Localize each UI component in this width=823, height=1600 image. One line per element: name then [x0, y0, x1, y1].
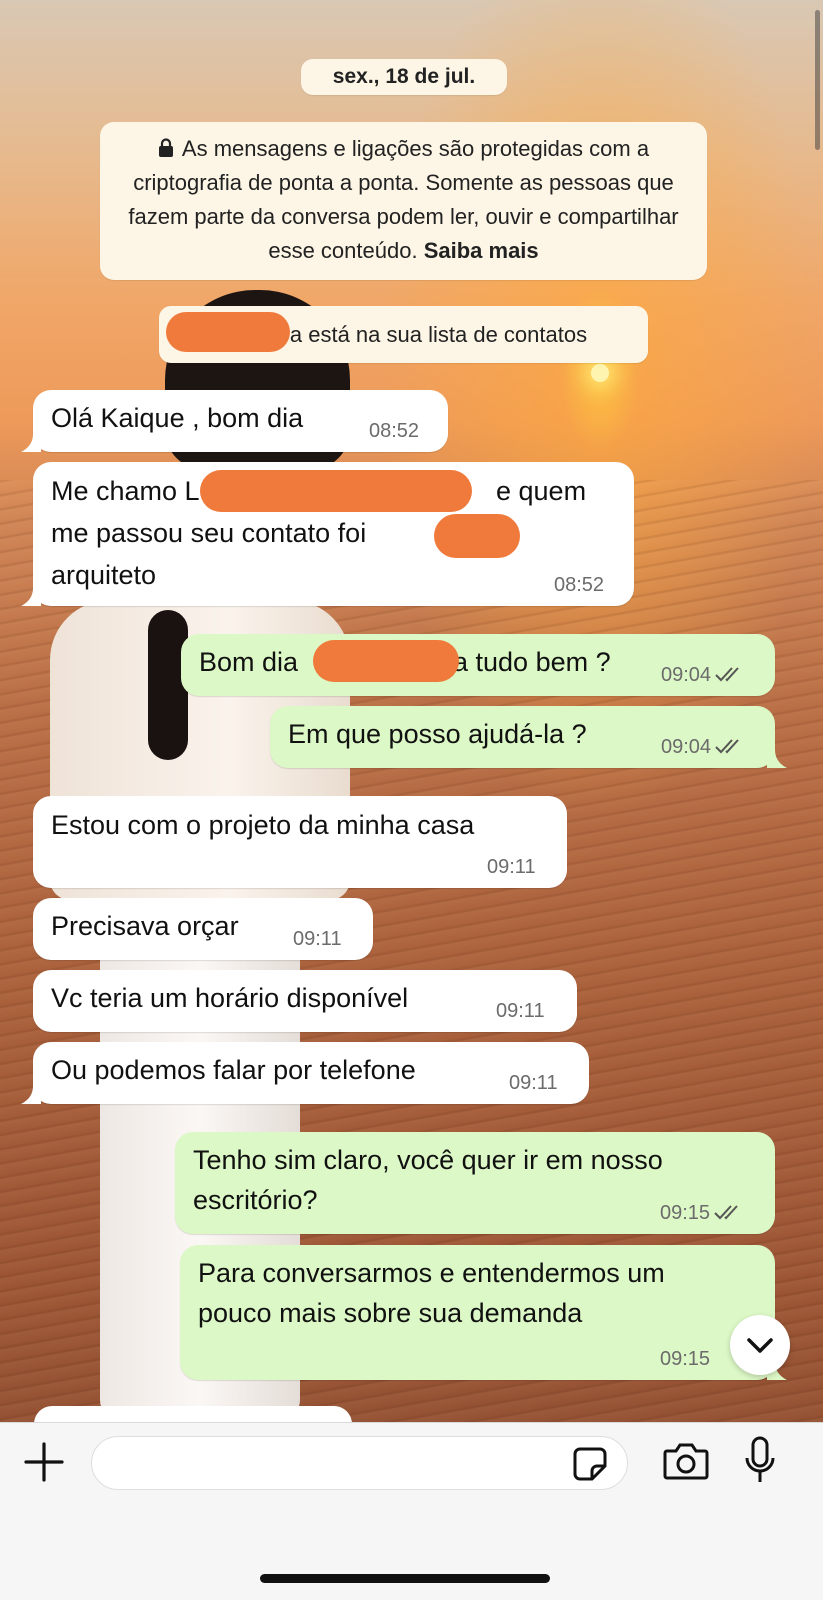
- home-indicator: [260, 1574, 550, 1583]
- encryption-text: As mensagens e ligações são protegidas c…: [128, 136, 679, 263]
- read-receipt-icon: [714, 1205, 738, 1220]
- message-bubble-incoming[interactable]: Olá Kaique , bom dia 08:52: [21, 390, 448, 452]
- message-bubble-outgoing[interactable]: Em que posso ajudá-la ? 09:04: [270, 706, 787, 768]
- message-input[interactable]: [91, 1436, 628, 1490]
- message-time: 09:04: [661, 664, 745, 687]
- message-text: Ou podemos falar por telefone: [51, 1055, 416, 1085]
- chevron-down-icon: [747, 1338, 773, 1353]
- message-time: 08:52: [369, 420, 420, 442]
- message-text: Precisava orçar: [51, 911, 239, 941]
- scroll-to-bottom-button[interactable]: [730, 1315, 790, 1375]
- bubble-tail: [21, 1086, 41, 1104]
- bubble-tail: [21, 588, 41, 606]
- message-bubble-outgoing[interactable]: Tenho sim claro, você quer ir em nosso e…: [175, 1132, 775, 1234]
- message-bubble-incoming[interactable]: Ou podemos falar por telefone 09:11: [21, 1042, 589, 1104]
- message-bubble-incoming[interactable]: Precisava orçar 09:11: [33, 898, 373, 960]
- learn-more-link[interactable]: Saiba mais: [424, 238, 539, 263]
- message-text: e quem: [496, 476, 587, 506]
- sticker-icon[interactable]: [572, 1446, 608, 1482]
- date-separator: sex., 18 de jul.: [301, 59, 507, 95]
- redaction-mark: [166, 312, 290, 352]
- message-time: 09:11: [509, 1072, 558, 1094]
- redaction-mark: [313, 640, 459, 682]
- message-time: 09:04: [661, 736, 745, 759]
- message-text: Para conversarmos e entendermos um: [198, 1258, 665, 1288]
- message-bubble-incoming[interactable]: Estou com o projeto da minha casa 09:11: [33, 796, 567, 888]
- message-text: Bom dia: [199, 647, 299, 677]
- message-text: arquiteto: [51, 560, 157, 590]
- message-time: 09:11: [487, 856, 536, 878]
- plus-icon[interactable]: [22, 1440, 66, 1484]
- message-text: Vc teria um horário disponível: [51, 983, 409, 1013]
- message-time: 09:15: [660, 1348, 711, 1370]
- redaction-mark: [200, 470, 472, 512]
- read-receipt-icon: [715, 739, 739, 754]
- message-time: 09:15: [660, 1202, 744, 1225]
- read-receipt-icon: [715, 667, 739, 682]
- message-text: Estou com o projeto da minha casa: [51, 810, 475, 840]
- message-bubble-incoming[interactable]: Vc teria um horário disponível 09:11: [33, 970, 577, 1032]
- microphone-icon[interactable]: [744, 1436, 776, 1486]
- message-text: pouco mais sobre sua demanda: [198, 1298, 583, 1328]
- scroll-indicator: [815, 10, 820, 150]
- message-text: me passou seu contato foi: [51, 518, 367, 548]
- message-bubble-outgoing[interactable]: Para conversarmos e entendermos um pouco…: [180, 1245, 787, 1380]
- message-bubble-outgoing[interactable]: Bom dia a tudo bem ? 09:04: [181, 634, 775, 696]
- message-time: 09:11: [496, 1000, 545, 1022]
- message-time: 09:11: [293, 928, 342, 950]
- message-text: Tenho sim claro, você quer ir em nosso: [193, 1145, 663, 1175]
- message-text: Me chamo L: [51, 476, 200, 506]
- message-text: Em que posso ajudá-la ?: [288, 719, 587, 749]
- redaction-mark: [434, 514, 520, 558]
- camera-icon[interactable]: [663, 1440, 709, 1482]
- message-text: Olá Kaique , bom dia: [51, 403, 304, 433]
- bubble-tail: [21, 434, 41, 452]
- bubble-tail: [767, 750, 787, 768]
- message-time: 08:52: [554, 574, 605, 596]
- encryption-notice[interactable]: As mensagens e ligações são protegidas c…: [100, 122, 707, 280]
- chat-screen: sex., 18 de jul. As mensagens e ligações…: [0, 0, 823, 1600]
- lock-icon: [158, 138, 173, 157]
- wallpaper-sun: [591, 364, 609, 382]
- message-text: a tudo bem ?: [453, 647, 611, 677]
- message-text: escritório?: [193, 1185, 318, 1215]
